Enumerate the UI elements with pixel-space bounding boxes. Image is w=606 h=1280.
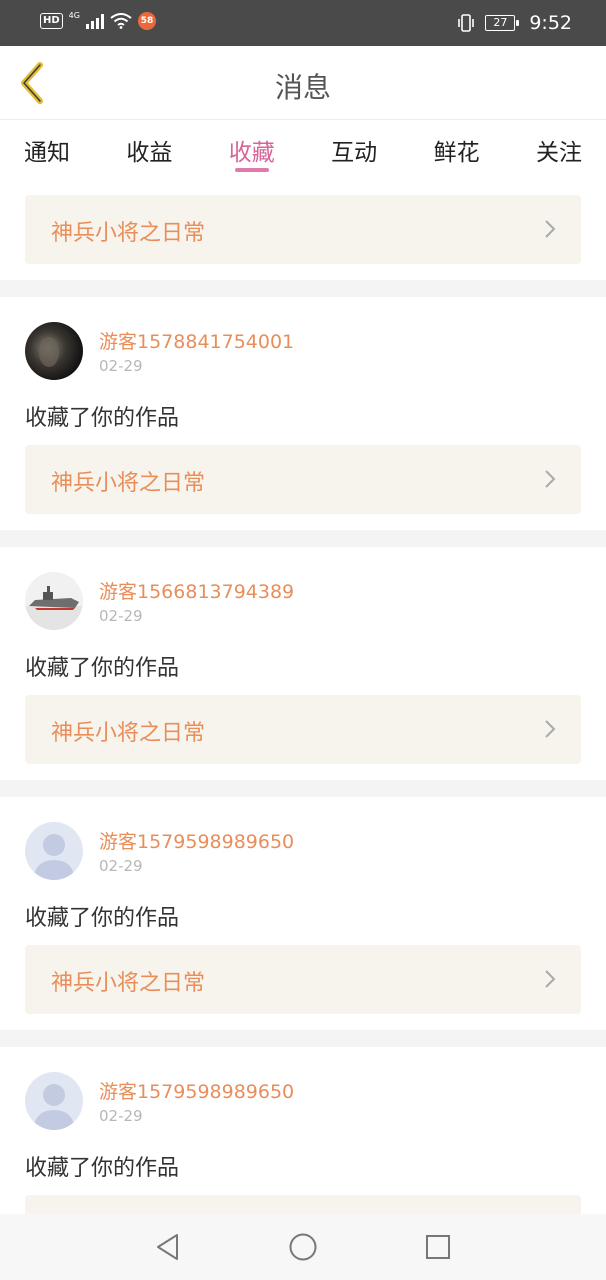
tab-notifications[interactable]: 通知: [24, 121, 70, 181]
user-name[interactable]: 游客1578841754001: [99, 327, 294, 354]
chevron-right-icon: [545, 970, 556, 988]
avatar[interactable]: [25, 572, 83, 630]
work-card[interactable]: 神兵小将之日常: [25, 945, 581, 1014]
nav-recents-icon[interactable]: [423, 1232, 453, 1262]
tab-earnings[interactable]: 收益: [126, 121, 172, 181]
user-name[interactable]: 游客1579598989650: [99, 827, 294, 854]
battery-icon: 27: [485, 15, 520, 31]
top-item: 神兵小将之日常: [0, 181, 606, 280]
date: 02-29: [99, 857, 143, 875]
tab-flowers[interactable]: 鲜花: [434, 121, 480, 181]
divider: [0, 780, 606, 797]
notice-item: 游客1579598989650 02-29 收藏了你的作品 神兵小将之日常: [0, 797, 606, 1030]
avatar[interactable]: [25, 322, 83, 380]
nav-back-icon[interactable]: [153, 1232, 183, 1262]
network-type: 4G: [68, 10, 80, 20]
message-feed: 神兵小将之日常 游客1578841754001 02-29 收藏了你的作品 神兵…: [0, 181, 606, 1280]
work-card[interactable]: 神兵小将之日常: [25, 445, 581, 514]
work-title: 神兵小将之日常: [51, 221, 206, 246]
chevron-right-icon: [545, 470, 556, 488]
chevron-right-icon: [545, 720, 556, 738]
divider: [0, 530, 606, 547]
default-avatar-icon[interactable]: [25, 822, 83, 880]
notice-item: 游客1578841754001 02-29 收藏了你的作品 神兵小将之日常: [0, 297, 606, 530]
system-nav-bar: [0, 1214, 606, 1280]
user-name[interactable]: 游客1579598989650: [99, 1077, 294, 1104]
user-name[interactable]: 游客1566813794389: [99, 577, 294, 604]
work-title: 神兵小将之日常: [51, 971, 206, 996]
work-title: 神兵小将之日常: [51, 471, 206, 496]
default-avatar-icon[interactable]: [25, 1072, 83, 1130]
wifi-icon: [110, 13, 132, 29]
divider: [0, 1030, 606, 1047]
app-notification-icon: 58: [137, 12, 156, 30]
status-left: HD 4G 58: [40, 10, 156, 30]
tab-bar: 通知 收益 收藏 互动 鲜花 关注: [0, 121, 606, 181]
work-card[interactable]: 神兵小将之日常: [25, 695, 581, 764]
work-title: 神兵小将之日常: [51, 721, 206, 746]
action-text: 收藏了你的作品: [25, 656, 180, 681]
date: 02-29: [99, 607, 143, 625]
status-right: 27 9:52: [457, 12, 572, 34]
action-text: 收藏了你的作品: [25, 406, 180, 431]
clock: 9:52: [529, 12, 572, 34]
page-title: 消息: [274, 71, 331, 104]
tab-favorites[interactable]: 收藏: [229, 121, 275, 181]
notice-item: 游客1566813794389 02-29 收藏了你的作品 神兵小将之日常: [0, 547, 606, 780]
signal-icon: [85, 13, 104, 29]
work-card[interactable]: 神兵小将之日常: [25, 195, 581, 264]
divider: [0, 280, 606, 297]
tab-interactions[interactable]: 互动: [331, 121, 377, 181]
header: 消息: [0, 46, 606, 120]
hd-badge: HD: [40, 13, 63, 29]
nav-home-icon[interactable]: [288, 1232, 318, 1262]
date: 02-29: [99, 1107, 143, 1125]
tab-follows[interactable]: 关注: [536, 121, 582, 181]
status-bar: HD 4G 58 27 9:52: [0, 0, 606, 46]
action-text: 收藏了你的作品: [25, 1156, 180, 1181]
chevron-right-icon: [545, 220, 556, 238]
date: 02-29: [99, 357, 143, 375]
action-text: 收藏了你的作品: [25, 906, 180, 931]
vibrate-icon: [458, 14, 475, 32]
